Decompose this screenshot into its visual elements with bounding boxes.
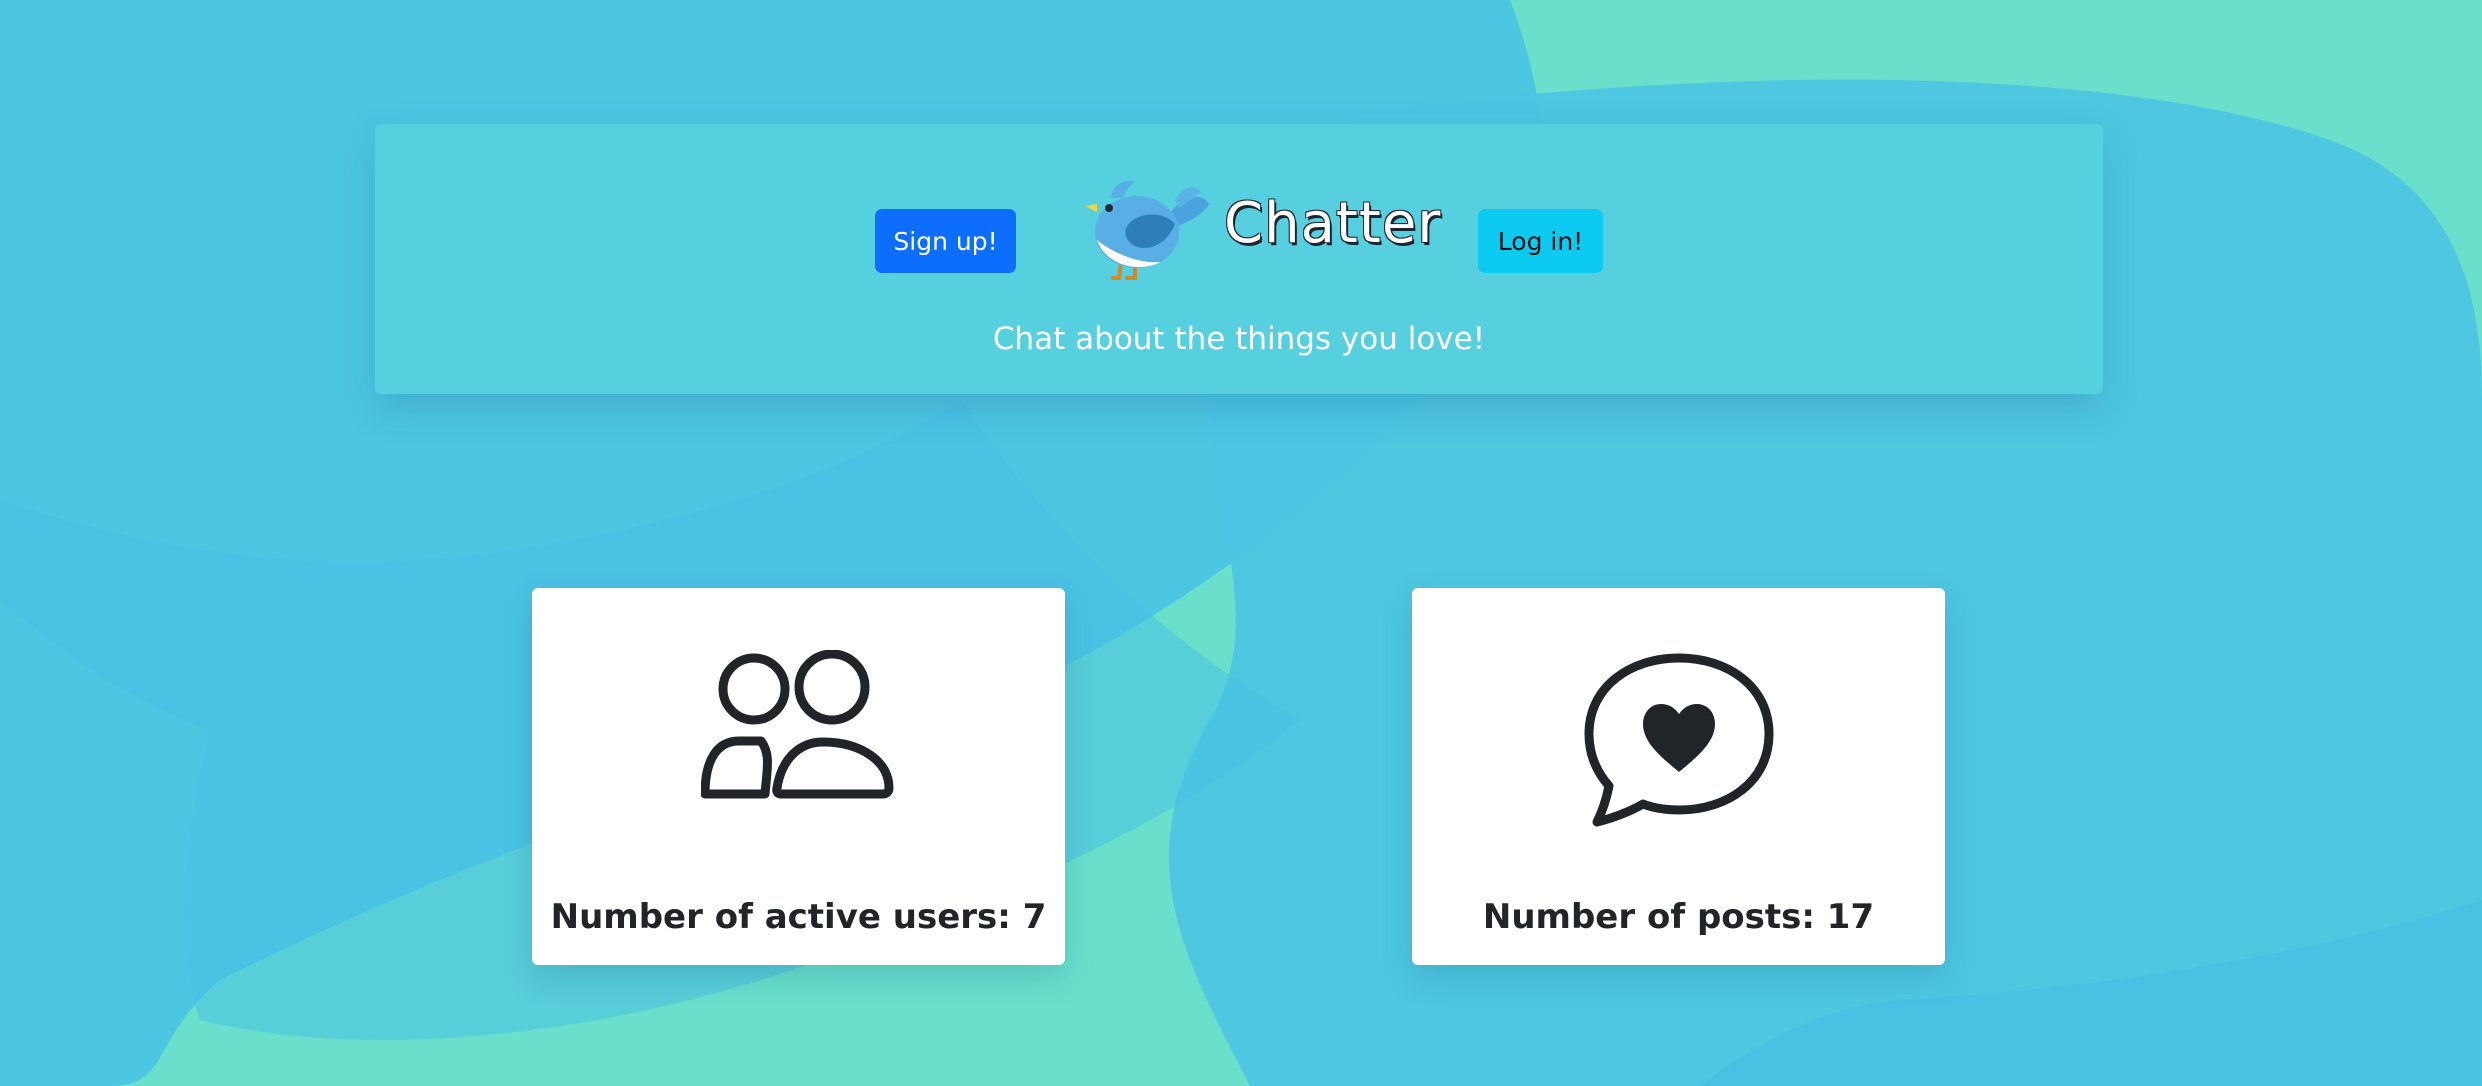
tagline: Chat about the things you love! [992, 321, 1486, 357]
login-button[interactable]: Log in! [1478, 209, 1603, 273]
bird-logo-icon [1085, 180, 1209, 280]
brand-title: Chatter [1224, 191, 1442, 256]
signup-button[interactable]: Sign up! [875, 209, 1016, 273]
active-users-card: Number of active users: 7 [532, 588, 1065, 965]
header-card: Sign up! Chatter Log in! Chat about the … [375, 124, 2103, 394]
people-icon [700, 650, 893, 799]
posts-count: Number of posts: 17 [1482, 897, 1875, 937]
active-users-count: Number of active users: 7 [550, 897, 1047, 937]
posts-card: Number of posts: 17 [1412, 588, 1945, 965]
chat-heart-icon [1584, 653, 1773, 827]
